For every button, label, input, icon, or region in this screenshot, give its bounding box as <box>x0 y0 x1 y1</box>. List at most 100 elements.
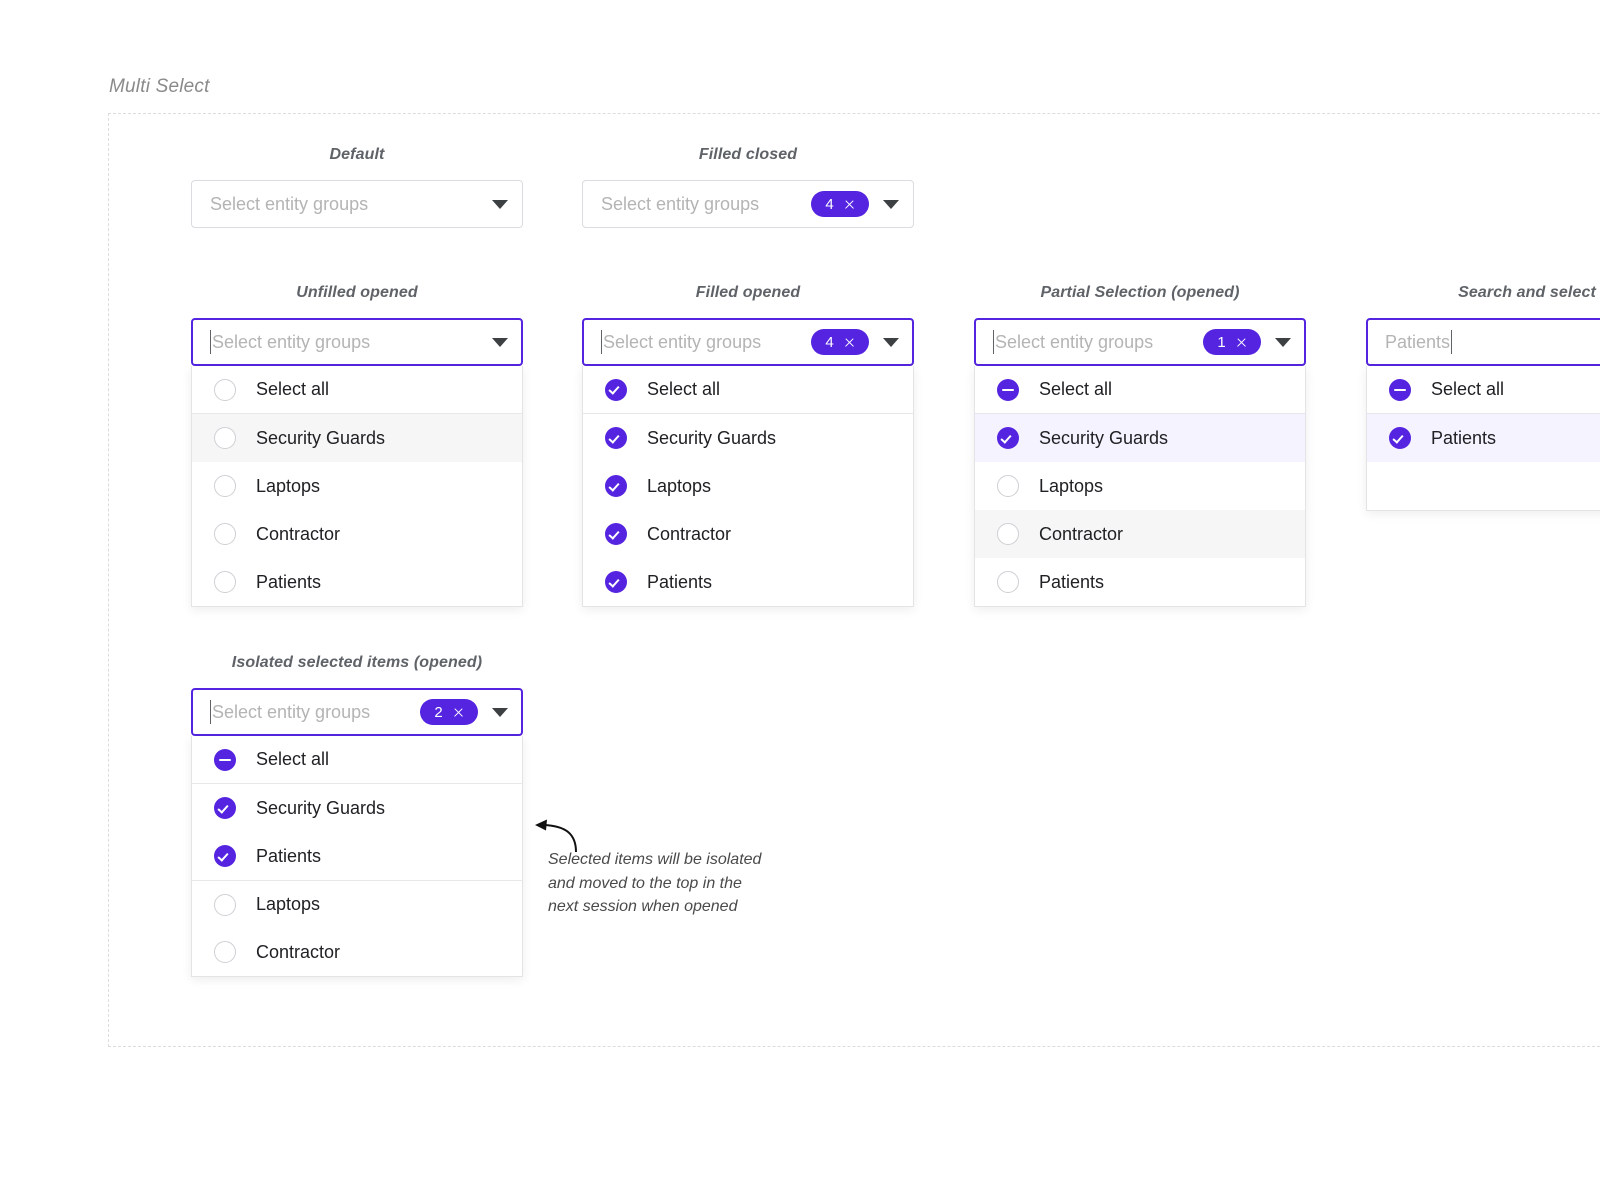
checkbox-indeterminate-icon[interactable] <box>1389 378 1411 401</box>
checkbox-checked-icon[interactable] <box>605 571 627 593</box>
option-label: Contractor <box>1039 523 1124 544</box>
text-caret <box>210 330 211 354</box>
variant-filled-opened-label: Filled opened <box>695 284 801 301</box>
variant-partial-selection-label: Partial Selection (opened) <box>1040 284 1240 301</box>
chevron-down-icon[interactable] <box>492 707 508 717</box>
checkbox-checked-icon[interactable] <box>605 378 627 401</box>
option-row[interactable]: Patients <box>192 558 522 606</box>
option-row[interactable]: Security Guards <box>583 414 913 462</box>
option-row[interactable]: Security Guards <box>192 784 522 832</box>
option-label: Laptops <box>647 475 712 496</box>
close-icon[interactable] <box>844 199 855 210</box>
checkbox-indeterminate-icon[interactable] <box>214 748 236 771</box>
selection-count-badge[interactable]: 4 <box>811 329 869 355</box>
selection-count-badge[interactable]: 1 <box>1203 329 1261 355</box>
search-input-wrapper[interactable]: Patients <box>1385 330 1600 354</box>
option-select-all[interactable]: Select all <box>192 366 522 414</box>
option-row[interactable]: Patients <box>192 832 522 880</box>
variant-isolated-selected-label: Isolated selected items (opened) <box>231 654 483 671</box>
option-row[interactable]: Security Guards <box>192 414 522 462</box>
option-row[interactable]: Contractor <box>192 510 522 558</box>
option-select-all[interactable]: Select all <box>583 366 913 414</box>
option-row[interactable]: Contractor <box>975 510 1305 558</box>
option-row[interactable]: Laptops <box>975 462 1305 510</box>
option-row[interactable]: Patients <box>583 558 913 606</box>
variant-partial-selection: Partial Selection (opened) Select entity… <box>974 284 1306 607</box>
selection-count-badge[interactable]: 4 <box>811 191 869 217</box>
select-isolated-selected[interactable]: Select entity groups 2 <box>191 688 523 736</box>
select-partial-selection[interactable]: Select entity groups 1 <box>974 318 1306 366</box>
select-unfilled-opened[interactable]: Select entity groups <box>191 318 523 366</box>
select-search-and-select[interactable]: Patients <box>1366 318 1600 366</box>
variant-unfilled-opened-label: Unfilled opened <box>296 284 418 301</box>
close-icon[interactable] <box>1236 337 1247 348</box>
option-label: Select all <box>647 379 721 399</box>
checkbox-checked-icon[interactable] <box>605 427 627 449</box>
checkbox-unchecked-icon[interactable] <box>214 893 236 916</box>
option-label: Security Guards <box>647 427 777 448</box>
variant-search-and-select: Search and select ( Patients Select all … <box>1366 284 1600 511</box>
option-label: Select all <box>1039 379 1113 399</box>
selection-count-badge[interactable]: 2 <box>420 699 478 725</box>
option-row[interactable]: Security Guards <box>975 414 1305 462</box>
option-label: Patients <box>256 571 322 592</box>
option-label: Contractor <box>647 523 732 544</box>
option-label: Select all <box>256 749 330 769</box>
chevron-down-icon[interactable] <box>1275 337 1291 347</box>
chevron-down-icon[interactable] <box>492 199 508 209</box>
option-label: Security Guards <box>256 797 386 818</box>
text-caret <box>1451 330 1453 354</box>
annotation-arrow-icon <box>535 819 577 852</box>
checkbox-checked-icon[interactable] <box>997 427 1019 449</box>
option-row[interactable]: Patients <box>1367 414 1600 462</box>
checkbox-unchecked-icon[interactable] <box>214 523 236 545</box>
dropdown-filled-opened: Select all Security Guards Laptops Contr… <box>582 366 914 607</box>
select-filled-opened[interactable]: Select entity groups 4 <box>582 318 914 366</box>
option-select-all[interactable]: Select all <box>192 736 522 784</box>
option-row[interactable]: Contractor <box>192 928 522 976</box>
option-row[interactable]: Laptops <box>583 462 913 510</box>
section-title: Multi Select <box>109 76 210 97</box>
checkbox-checked-icon[interactable] <box>605 523 627 545</box>
checkbox-unchecked-icon[interactable] <box>214 571 236 593</box>
chevron-down-icon[interactable] <box>883 337 899 347</box>
option-select-all[interactable]: Select all <box>975 366 1305 414</box>
checkbox-unchecked-icon[interactable] <box>214 378 236 401</box>
checkbox-unchecked-icon[interactable] <box>214 475 236 497</box>
dropdown-empty-space <box>1367 462 1600 510</box>
checkbox-checked-icon[interactable] <box>214 845 236 867</box>
checkbox-checked-icon[interactable] <box>605 475 627 497</box>
option-label: Laptops <box>256 475 321 496</box>
option-row[interactable]: Contractor <box>583 510 913 558</box>
option-select-all[interactable]: Select all <box>1367 366 1600 414</box>
checkbox-unchecked-icon[interactable] <box>997 475 1019 497</box>
checkbox-unchecked-icon[interactable] <box>214 427 236 449</box>
select-default[interactable]: Select entity groups <box>191 180 523 228</box>
chevron-down-icon[interactable] <box>492 337 508 347</box>
variant-default-label: Default <box>329 146 385 163</box>
checkbox-unchecked-icon[interactable] <box>214 941 236 963</box>
select-filled-closed[interactable]: Select entity groups 4 <box>582 180 914 228</box>
select-filled-opened-placeholder: Select entity groups <box>603 331 762 352</box>
close-icon[interactable] <box>844 337 855 348</box>
checkbox-checked-icon[interactable] <box>214 797 236 819</box>
option-row[interactable]: Laptops <box>192 462 522 510</box>
option-row[interactable]: Laptops <box>192 880 522 928</box>
checkbox-unchecked-icon[interactable] <box>997 571 1019 593</box>
annotation-line-1: Selected items will be isolated <box>548 851 762 868</box>
select-default-placeholder: Select entity groups <box>210 193 369 214</box>
option-label: Patients <box>256 845 322 866</box>
checkbox-checked-icon[interactable] <box>1389 427 1411 449</box>
close-icon[interactable] <box>453 707 464 718</box>
checkbox-indeterminate-icon[interactable] <box>997 378 1019 401</box>
option-label: Laptops <box>1039 475 1104 496</box>
variant-default: Default Select entity groups <box>191 146 523 228</box>
text-caret <box>993 330 994 354</box>
option-row[interactable]: Patients <box>975 558 1305 606</box>
variant-filled-closed-label: Filled closed <box>698 146 798 163</box>
option-label: Contractor <box>256 941 341 962</box>
checkbox-unchecked-icon[interactable] <box>997 523 1019 545</box>
option-label: Patients <box>1431 427 1497 448</box>
search-input-value: Patients <box>1385 331 1451 352</box>
chevron-down-icon[interactable] <box>883 199 899 209</box>
